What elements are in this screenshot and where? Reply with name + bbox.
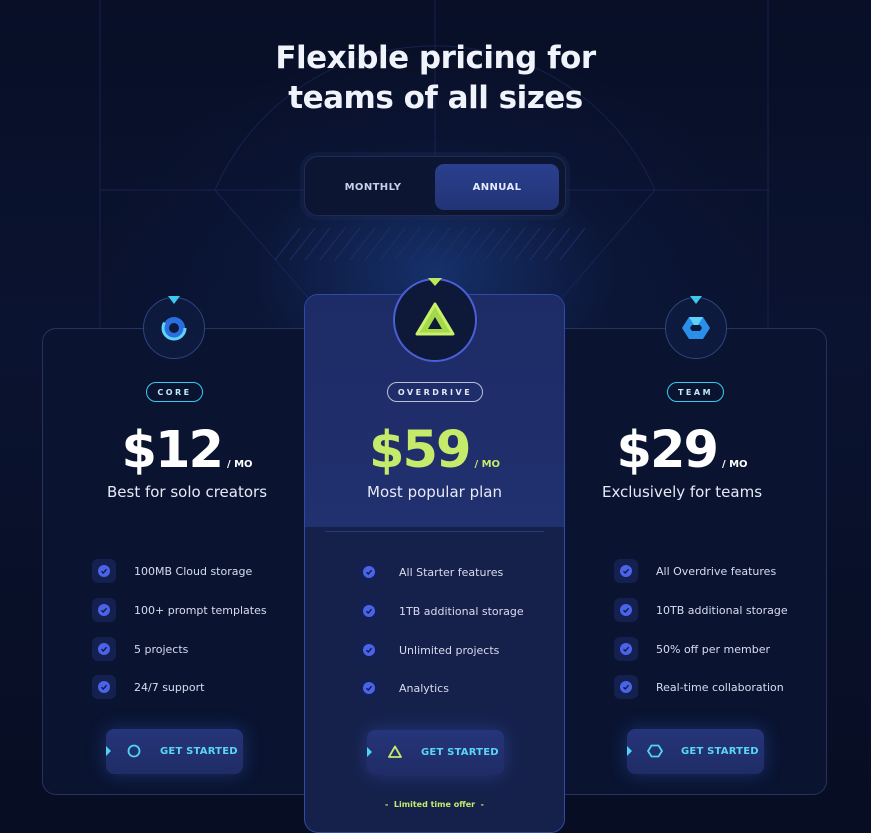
page-title: Flexible pricing for teams of all sizes (0, 38, 871, 118)
feature-label: All Starter features (399, 565, 504, 579)
plan-price: $59 / MO (305, 424, 564, 478)
plan-tag: TEAM (667, 382, 724, 402)
feature-label: 50% off per member (656, 642, 770, 656)
plan-card-overdrive: OVERDRIVE $59 / MO Most popular plan All… (304, 294, 565, 833)
check-icon (357, 560, 381, 584)
feature-item: All Overdrive features (614, 559, 776, 583)
feature-label: 100+ prompt templates (134, 603, 267, 617)
feature-item: Analytics (357, 676, 449, 700)
plan-price: $12 / MO (43, 424, 331, 478)
feature-item: 24/7 support (92, 675, 204, 699)
check-icon (92, 559, 116, 583)
price-amount: $59 (368, 421, 471, 480)
feature-label: All Overdrive features (656, 564, 777, 578)
limited-offer-note: - Limited time offer - (305, 800, 564, 809)
arrow-icon (627, 746, 632, 756)
hexagon-outline-icon (647, 744, 663, 758)
dash-right: - (475, 800, 484, 809)
check-icon (614, 675, 638, 699)
feature-item: 100MB Cloud storage (92, 559, 252, 583)
feature-label: 100MB Cloud storage (134, 564, 253, 578)
price-period: / MO (226, 459, 253, 470)
triangle-outline-icon (388, 745, 402, 758)
arrow-icon (367, 747, 372, 757)
annual-toggle-button[interactable]: ANNUAL (435, 164, 559, 210)
get-started-button[interactable]: GET STARTED (367, 730, 504, 775)
price-amount: $29 (616, 421, 718, 480)
feature-item: 1TB additional storage (357, 599, 524, 623)
feature-label: Real-time collaboration (656, 680, 784, 694)
hexagon-icon (665, 296, 727, 359)
feature-item: 10TB additional storage (614, 598, 788, 622)
price-amount: $12 (121, 421, 223, 480)
triangle-icon (393, 278, 477, 362)
feature-label: Unlimited projects (399, 643, 500, 657)
price-period: / MO (474, 459, 501, 470)
feature-label: 1TB additional storage (399, 604, 524, 618)
plan-card-core: CORE $12 / MO Best for solo creators 100… (42, 328, 332, 795)
plan-tag: CORE (146, 382, 203, 402)
get-started-button[interactable]: GET STARTED (627, 729, 764, 774)
feature-item: 5 projects (92, 637, 188, 661)
check-icon (357, 599, 381, 623)
check-icon (92, 675, 116, 699)
button-label: GET STARTED (421, 747, 499, 758)
plan-tag: OVERDRIVE (387, 382, 483, 402)
feature-item: Unlimited projects (357, 638, 499, 662)
check-icon (357, 676, 381, 700)
feature-item: 100+ prompt templates (92, 598, 267, 622)
button-label: GET STARTED (681, 746, 759, 757)
plan-price: $29 / MO (538, 424, 826, 478)
get-started-button[interactable]: GET STARTED (106, 729, 243, 774)
feature-label: 5 projects (134, 642, 189, 656)
feature-item: All Starter features (357, 560, 503, 584)
arrow-icon (106, 746, 111, 756)
monthly-toggle-button[interactable]: MONTHLY (311, 164, 435, 210)
circle-icon (127, 744, 141, 758)
plan-subtitle: Most popular plan (367, 483, 502, 501)
check-icon (92, 598, 116, 622)
plan-subtitle: Best for solo creators (106, 483, 268, 501)
dash-left: - (385, 800, 394, 809)
button-label: GET STARTED (160, 746, 238, 757)
title-line-1: Flexible pricing for (275, 40, 596, 76)
limited-offer-text: Limited time offer (393, 800, 476, 809)
check-icon (614, 598, 638, 622)
ring-icon (143, 296, 205, 359)
feature-item: Real-time collaboration (614, 675, 784, 699)
feature-label: 24/7 support (134, 680, 205, 694)
check-icon (92, 637, 116, 661)
divider (325, 531, 544, 532)
feature-label: Analytics (399, 681, 449, 695)
plan-card-team: TEAM $29 / MO Exclusively for teams All … (537, 328, 827, 795)
price-period: / MO (721, 459, 748, 470)
plan-subtitle: Exclusively for teams (601, 483, 763, 501)
billing-toggle: MONTHLY ANNUAL (304, 156, 566, 216)
title-line-2: teams of all sizes (288, 80, 583, 116)
check-icon (614, 637, 638, 661)
check-icon (614, 559, 638, 583)
check-icon (357, 638, 381, 662)
feature-item: 50% off per member (614, 637, 770, 661)
feature-label: 10TB additional storage (656, 603, 788, 617)
